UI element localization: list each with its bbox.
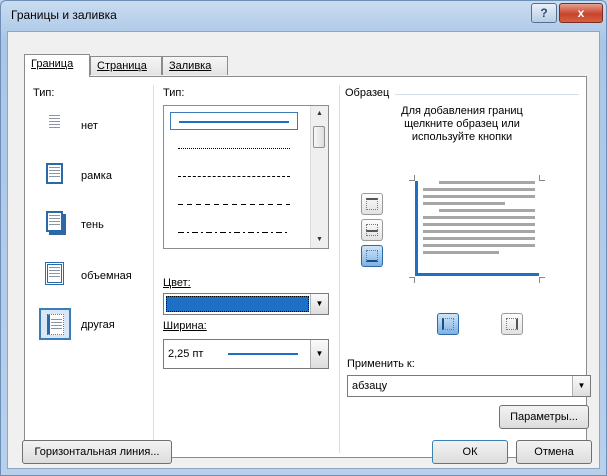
preset-shadow-label[interactable]: тень xyxy=(81,219,104,231)
bottom-border-line xyxy=(415,273,539,276)
color-label: Цвет: xyxy=(163,277,191,289)
title-bar[interactable]: Границы и заливка ? x xyxy=(1,1,606,31)
column-separator xyxy=(153,85,154,453)
chevron-down-icon[interactable]: ▼ xyxy=(310,340,328,368)
line-style-list[interactable]: ▲ ▼ xyxy=(163,105,329,249)
border-preview[interactable] xyxy=(407,175,547,283)
top-border-button[interactable] xyxy=(361,193,383,215)
tab-border-label: Граница xyxy=(31,58,74,70)
left-border-button[interactable] xyxy=(437,313,459,335)
chevron-down-icon[interactable]: ▼ xyxy=(572,376,590,396)
preset-3d-icon[interactable] xyxy=(41,260,69,288)
dialog-title: Границы и заливка xyxy=(11,8,117,22)
chevron-down-icon[interactable]: ▼ xyxy=(310,294,328,314)
line-style-dotted[interactable] xyxy=(170,140,298,158)
preset-none-icon[interactable] xyxy=(41,110,69,138)
apply-to-label: Применить к: xyxy=(347,358,415,370)
sample-hint-line-3: используйте кнопки xyxy=(411,131,513,143)
bottom-border-button[interactable] xyxy=(361,245,383,267)
tab-border[interactable]: Граница xyxy=(24,54,90,77)
line-style-solid[interactable] xyxy=(170,112,298,130)
width-dropdown[interactable]: 2,25 пт ▼ xyxy=(163,339,329,369)
sample-hint-line-2: щелкните образец или xyxy=(404,118,520,130)
line-style-dashed[interactable] xyxy=(170,196,298,214)
preset-3d-label[interactable]: объемная xyxy=(81,270,132,282)
color-dropdown[interactable]: ▼ xyxy=(163,293,329,315)
preset-custom-label[interactable]: другая xyxy=(81,319,115,331)
sample-title: Образец xyxy=(345,87,390,99)
preset-box-label[interactable]: рамка xyxy=(81,170,112,182)
width-label-text: Ширина: xyxy=(163,320,207,332)
tab-shading[interactable]: Заливка xyxy=(162,56,228,75)
horizontal-line-button[interactable]: Горизонтальная линия... xyxy=(22,440,172,464)
ok-button[interactable]: ОК xyxy=(432,440,508,464)
cancel-button[interactable]: Отмена xyxy=(516,440,592,464)
border-tab-panel: Тип: нет рамка тень объемная другая Тип:… xyxy=(24,76,591,458)
border-and-shading-dialog: Границы и заливка ? x Граница Страница З… xyxy=(0,0,607,476)
tab-page[interactable]: Страница xyxy=(90,56,162,75)
inside-horizontal-border-button[interactable] xyxy=(361,219,383,241)
width-label: Ширина: xyxy=(163,320,207,332)
width-value: 2,25 пт xyxy=(168,348,204,360)
width-line-sample xyxy=(228,353,298,355)
scroll-down-icon[interactable]: ▼ xyxy=(311,232,328,248)
help-button[interactable]: ? xyxy=(531,3,557,23)
apply-to-dropdown[interactable]: абзацу ▼ xyxy=(347,375,591,397)
options-button[interactable]: Параметры... xyxy=(499,405,589,429)
scroll-up-icon[interactable]: ▲ xyxy=(311,106,328,122)
tab-page-label: Страница xyxy=(97,60,147,72)
apply-to-value: абзацу xyxy=(352,380,388,392)
close-button[interactable]: x xyxy=(559,3,603,23)
left-border-line xyxy=(415,181,418,275)
right-border-button[interactable] xyxy=(501,313,523,335)
preset-custom-icon[interactable] xyxy=(39,308,71,340)
color-swatch xyxy=(166,296,309,312)
color-label-text: Цвет: xyxy=(163,277,191,289)
preview-text-lines xyxy=(423,181,535,258)
scroll-thumb[interactable] xyxy=(313,126,325,148)
line-style-scrollbar[interactable]: ▲ ▼ xyxy=(310,106,328,248)
sample-group-line xyxy=(395,94,579,95)
preset-none-label[interactable]: нет xyxy=(81,120,98,132)
preset-shadow-icon[interactable] xyxy=(41,208,69,236)
line-style-fine-dashed[interactable] xyxy=(170,168,298,186)
tab-shading-label: Заливка xyxy=(169,60,212,72)
column-separator-2 xyxy=(339,85,340,453)
line-style-dash-dot[interactable] xyxy=(170,224,298,242)
dialog-body: Граница Страница Заливка Тип: нет рамка xyxy=(7,31,600,469)
sample-hint-line-1: Для добавления границ xyxy=(401,105,523,117)
sample-hint: Для добавления границ щелкните образец и… xyxy=(355,105,569,144)
setting-label: Тип: xyxy=(33,87,55,99)
style-label: Тип: xyxy=(163,87,185,99)
preset-box-icon[interactable] xyxy=(41,160,69,188)
